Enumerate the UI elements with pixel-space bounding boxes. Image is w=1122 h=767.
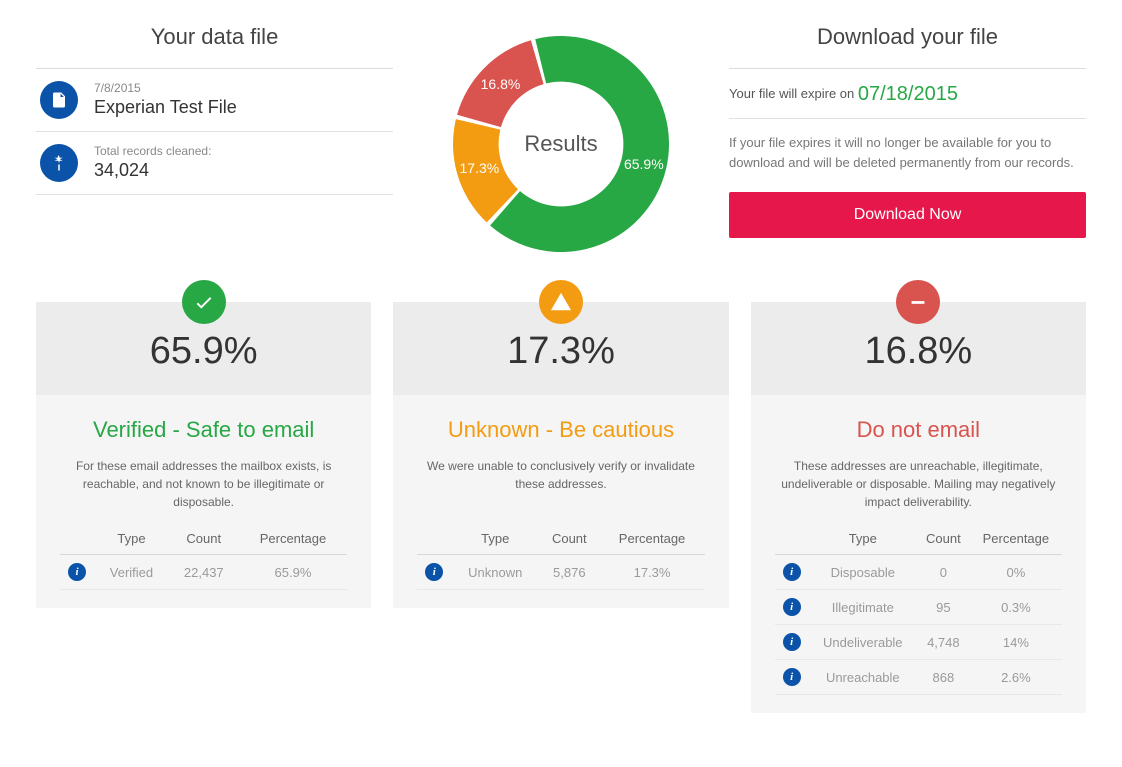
- records-value: 34,024: [94, 159, 211, 182]
- donut-slice-label: 17.3%: [460, 160, 500, 176]
- card-donot: 16.8% Do not email These addresses are u…: [751, 302, 1086, 713]
- row-type: Unknown: [451, 555, 539, 590]
- donut-svg: [441, 24, 681, 264]
- file-info-row: 7/8/2015 Experian Test File: [36, 69, 393, 132]
- minus-icon: [896, 280, 940, 324]
- th-pct: Percentage: [239, 523, 348, 555]
- expire-note: If your file expires it will no longer b…: [729, 119, 1086, 192]
- th-type: Type: [94, 523, 169, 555]
- unknown-desc: We were unable to conclusively verify or…: [417, 457, 704, 511]
- verified-pct: 65.9%: [36, 324, 371, 395]
- row-pct: 2.6%: [970, 660, 1062, 695]
- th-type: Type: [809, 523, 917, 555]
- table-row: i Unreachable8682.6%: [775, 660, 1062, 695]
- table-row: i Verified22,43765.9%: [60, 555, 347, 590]
- download-title: Download your file: [729, 24, 1086, 50]
- card-unknown: 17.3% Unknown - Be cautious We were unab…: [393, 302, 728, 608]
- th-type: Type: [451, 523, 539, 555]
- donut-slice-label: 16.8%: [481, 76, 521, 92]
- results-chart-panel: Results 65.9%17.3%16.8%: [411, 24, 711, 264]
- file-date: 7/8/2015: [94, 81, 237, 95]
- row-count: 5,876: [539, 555, 599, 590]
- th-count: Count: [169, 523, 239, 555]
- info-icon[interactable]: i: [783, 668, 801, 686]
- verified-title: Verified - Safe to email: [60, 417, 347, 443]
- unknown-table: Type Count Percentage i Unknown5,87617.3%: [417, 523, 704, 590]
- file-name: Experian Test File: [94, 96, 237, 119]
- expire-date: 07/18/2015: [858, 83, 958, 105]
- row-type: Undeliverable: [809, 625, 917, 660]
- th-count: Count: [917, 523, 970, 555]
- row-type: Disposable: [809, 555, 917, 590]
- donut-slice-label: 65.9%: [624, 156, 664, 172]
- row-pct: 14%: [970, 625, 1062, 660]
- records-icon: [40, 144, 78, 182]
- row-type: Unreachable: [809, 660, 917, 695]
- records-info-row: Total records cleaned: 34,024: [36, 132, 393, 195]
- table-row: i Disposable00%: [775, 555, 1062, 590]
- table-row: i Illegitimate950.3%: [775, 590, 1062, 625]
- expire-prefix: Your file will expire on: [729, 86, 858, 101]
- unknown-pct: 17.3%: [393, 324, 728, 395]
- download-panel: Download your file Your file will expire…: [711, 24, 1104, 264]
- info-icon[interactable]: i: [783, 563, 801, 581]
- your-data-file-title: Your data file: [36, 24, 393, 50]
- info-icon[interactable]: i: [68, 563, 86, 581]
- row-pct: 0%: [970, 555, 1062, 590]
- table-row: i Undeliverable4,74814%: [775, 625, 1062, 660]
- info-icon[interactable]: i: [425, 563, 443, 581]
- unknown-title: Unknown - Be cautious: [417, 417, 704, 443]
- row-count: 22,437: [169, 555, 239, 590]
- row-type: Illegitimate: [809, 590, 917, 625]
- donot-desc: These addresses are unreachable, illegit…: [775, 457, 1062, 511]
- records-label: Total records cleaned:: [94, 144, 211, 158]
- row-count: 4,748: [917, 625, 970, 660]
- download-button[interactable]: Download Now: [729, 192, 1086, 238]
- th-pct: Percentage: [970, 523, 1062, 555]
- verified-table: Type Count Percentage i Verified22,43765.…: [60, 523, 347, 590]
- verified-desc: For these email addresses the mailbox ex…: [60, 457, 347, 511]
- row-count: 868: [917, 660, 970, 695]
- check-icon: [182, 280, 226, 324]
- row-type: Verified: [94, 555, 169, 590]
- donot-title: Do not email: [775, 417, 1062, 443]
- results-donut: Results 65.9%17.3%16.8%: [441, 24, 681, 264]
- row-pct: 65.9%: [239, 555, 348, 590]
- th-pct: Percentage: [599, 523, 704, 555]
- info-icon[interactable]: i: [783, 633, 801, 651]
- row-pct: 17.3%: [599, 555, 704, 590]
- donot-pct: 16.8%: [751, 324, 1086, 395]
- table-row: i Unknown5,87617.3%: [417, 555, 704, 590]
- warning-icon: [539, 280, 583, 324]
- file-icon: [40, 81, 78, 119]
- your-data-file-panel: Your data file 7/8/2015 Experian Test Fi…: [18, 24, 411, 264]
- donot-table: Type Count Percentage i Disposable00% i Ill…: [775, 523, 1062, 695]
- row-count: 95: [917, 590, 970, 625]
- info-icon[interactable]: i: [783, 598, 801, 616]
- row-count: 0: [917, 555, 970, 590]
- row-pct: 0.3%: [970, 590, 1062, 625]
- th-count: Count: [539, 523, 599, 555]
- card-verified: 65.9% Verified - Safe to email For these…: [36, 302, 371, 608]
